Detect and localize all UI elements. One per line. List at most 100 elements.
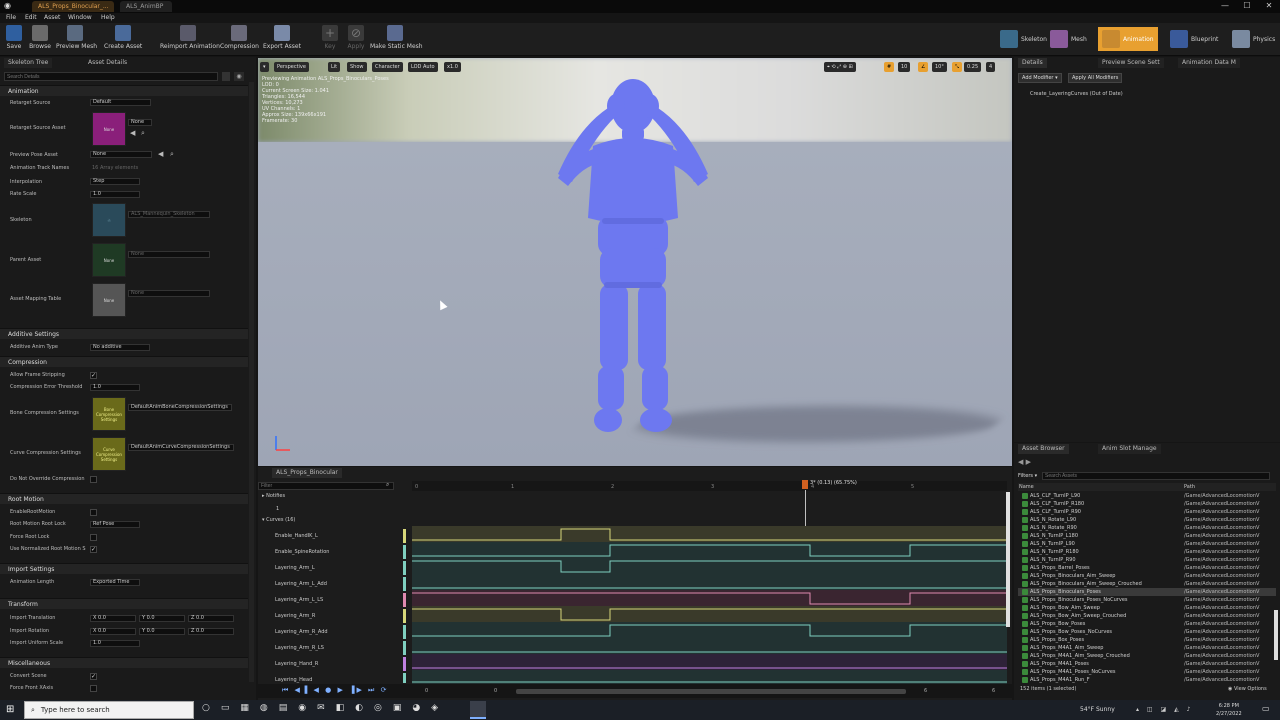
curve-row[interactable]: Layering_Arm_L_LS [258, 592, 406, 608]
timeline-scrollbar[interactable] [1006, 492, 1010, 627]
retarget-asset-thumbnail[interactable]: None [92, 112, 126, 146]
preview-viewport[interactable]: ▾ Perspective Lit Show Character LOD Aut… [258, 58, 1012, 466]
asset-row[interactable]: ALS_N_TurnIP_L180/Game/AdvancedLocomotio… [1018, 532, 1276, 540]
back-forward-icon[interactable]: ◀ ▶ [1018, 458, 1031, 466]
view-end[interactable]: 6 [924, 688, 927, 694]
reimport-animation-button[interactable]: Reimport Animation [160, 25, 220, 54]
error-threshold-input[interactable]: 1.0 [90, 384, 140, 391]
curve-row[interactable]: Layering_Arm_R_Add [258, 624, 406, 640]
unreal-taskbar-icon[interactable] [470, 701, 486, 719]
modifier-entry[interactable]: Create_LayeringCurves (Out of Date) [1030, 91, 1123, 97]
tab-skeleton-tree[interactable]: Skeleton Tree [4, 58, 53, 68]
parent-asset-thumbnail[interactable]: None [92, 243, 126, 277]
transform-tools-group[interactable]: ⌖ ⟲ ⤢ ⊕ ⊞ [824, 62, 856, 72]
make-static-mesh-button[interactable]: Make Static Mesh [370, 25, 423, 54]
mode-skeleton[interactable]: Skeleton [996, 27, 1051, 51]
curve-row[interactable]: Enable_HandIK_L [258, 528, 406, 544]
asset-row[interactable]: ALS_N_TurnIP_R90/Game/AdvancedLocomotion… [1018, 556, 1276, 564]
filters-button[interactable]: Filters ▾ [1018, 472, 1037, 480]
view-start[interactable]: 0 [494, 688, 497, 694]
menu-file[interactable]: File [6, 13, 16, 23]
show-button[interactable]: Show [347, 62, 367, 72]
asset-row[interactable]: ALS_CLF_TurnIP_R180/Game/AdvancedLocomot… [1018, 500, 1276, 508]
asset-scrollbar[interactable] [1274, 610, 1278, 660]
asset-row[interactable]: ALS_Props_Bow_Poses_NoCurves/Game/Advanc… [1018, 628, 1276, 636]
bone-compression-picker[interactable]: DefaultAnimBoneCompressionSettings [128, 404, 232, 411]
curves-header[interactable]: ▾ Curves (16) [262, 517, 295, 523]
force-front-checkbox[interactable] [90, 685, 97, 692]
parent-asset-picker[interactable]: None [128, 251, 210, 258]
enable-root-checkbox[interactable] [90, 509, 97, 516]
section-root-motion[interactable]: Root Motion [0, 493, 248, 504]
use-selected-arrow-icon[interactable]: ◀ [158, 150, 163, 158]
curve-compression-picker[interactable]: DefaultAnimCurveCompressionSettings [128, 444, 234, 451]
system-tray-icons[interactable]: ▴ ◫ ◪ ◭ ♪ [1136, 706, 1193, 713]
section-animation[interactable]: Animation [0, 85, 248, 96]
apply-all-modifiers-button[interactable]: Apply All Modifiers [1068, 73, 1123, 83]
camera-speed-value[interactable]: 4 [986, 62, 996, 72]
view-options-icon[interactable] [222, 72, 230, 81]
mode-blueprint[interactable]: Blueprint [1166, 27, 1222, 51]
asset-row[interactable]: ALS_Props_Binoculars_Poses/Game/Advanced… [1018, 588, 1276, 596]
mode-mesh[interactable]: Mesh [1046, 27, 1091, 51]
asset-row[interactable]: ALS_N_TurnIP_R180/Game/AdvancedLocomotio… [1018, 548, 1276, 556]
rotation-snap-toggle[interactable]: ∠ [918, 62, 929, 72]
close-button[interactable]: ✕ [1258, 0, 1280, 12]
taskbar-pinned-apps[interactable]: ○▭▦◍▤◉✉◧◐◎▣◕◈ [202, 703, 449, 713]
browse-search-icon[interactable]: ⌕ [141, 129, 145, 138]
asset-row[interactable]: ALS_Props_M4A1_Poses/Game/AdvancedLocomo… [1018, 660, 1276, 668]
curve-row[interactable]: Layering_Arm_R [258, 608, 406, 624]
menu-asset[interactable]: Asset [44, 13, 60, 23]
rate-scale-input[interactable]: 1.0 [90, 191, 140, 198]
notifies-header[interactable]: ▸ Notifies [262, 493, 285, 499]
playback-speed-button[interactable]: x1.0 [444, 62, 461, 72]
preview-mesh-button[interactable]: Preview Mesh [56, 25, 97, 54]
menu-window[interactable]: Window [68, 13, 92, 23]
clock[interactable]: 6:28 PM 2/27/2022 [1216, 702, 1242, 718]
asset-row[interactable]: ALS_Props_Bow_Aim_Sweep/Game/AdvancedLoc… [1018, 604, 1276, 612]
curve-row[interactable]: Layering_Arm_R_LS [258, 640, 406, 656]
asset-row[interactable]: ALS_Props_Bow_Aim_Sweep_Crouched/Game/Ad… [1018, 612, 1276, 620]
tab-preview-scene[interactable]: Preview Scene Sett [1098, 58, 1164, 68]
timeline-tab[interactable]: ALS_Props_Binocular [272, 468, 342, 478]
range-end[interactable]: 6 [992, 688, 995, 694]
browse-button[interactable]: Browse [28, 25, 52, 54]
root-lock-dropdown[interactable]: Ref Pose [90, 521, 140, 528]
retarget-source-dropdown[interactable]: Default [90, 99, 151, 106]
add-modifier-button[interactable]: Add Modifier ▾ [1018, 73, 1062, 83]
asset-row[interactable]: ALS_Props_M4A1_Run_F/Game/AdvancedLocomo… [1018, 676, 1276, 684]
scale-snap-value[interactable]: 0.25 [964, 62, 982, 72]
retarget-asset-picker[interactable]: None [128, 119, 152, 126]
export-asset-button[interactable]: Export Asset [262, 25, 302, 54]
asset-row[interactable]: ALS_N_TurnIP_L90/Game/AdvancedLocomotion… [1018, 540, 1276, 548]
timeline-ruler[interactable] [412, 481, 1007, 491]
asset-row[interactable]: ALS_Props_Box_Poses/Game/AdvancedLocomot… [1018, 636, 1276, 644]
tab-anim-bp[interactable]: ALS_AnimBP [120, 1, 172, 12]
minimize-button[interactable]: — [1214, 0, 1236, 12]
skeleton-picker[interactable]: ALS_Mannequin_Skeleton [128, 211, 210, 218]
name-column[interactable]: Name [1019, 483, 1034, 491]
path-column[interactable]: Path [1184, 483, 1195, 491]
tab-asset-browser[interactable]: Asset Browser [1018, 444, 1069, 454]
tab-binocular-poses[interactable]: ALS_Props_Binocular_... [32, 1, 114, 12]
additive-type-dropdown[interactable]: No additive [90, 344, 150, 351]
curve-row[interactable]: Layering_Arm_L [258, 560, 406, 576]
viewport-menu-button[interactable]: ▾ [260, 62, 269, 72]
section-import-settings[interactable]: Import Settings [0, 563, 248, 574]
curve-tracks[interactable] [412, 526, 1007, 684]
section-transform[interactable]: Transform [0, 598, 248, 609]
mapping-table-picker[interactable]: None [128, 290, 210, 297]
anim-length-dropdown[interactable]: Exported Time [90, 579, 140, 586]
tab-details[interactable]: Details [1018, 58, 1047, 68]
compression-button[interactable]: Compression [220, 25, 259, 54]
rotation-x-input[interactable]: X 0.0 [90, 628, 136, 635]
details-search-input[interactable] [4, 72, 218, 81]
curve-row[interactable]: Layering_Arm_L_Add [258, 576, 406, 592]
windows-start-icon[interactable]: ⊞ [6, 704, 18, 716]
maximize-button[interactable]: ☐ [1236, 0, 1258, 12]
translation-x-input[interactable]: X 0.0 [90, 615, 136, 622]
asset-row[interactable]: ALS_CLF_TurnIP_R90/Game/AdvancedLocomoti… [1018, 508, 1276, 516]
normalized-root-checkbox[interactable]: ✓ [90, 546, 97, 553]
key-button[interactable]: + Key [322, 25, 338, 54]
timeline-filter-input[interactable] [258, 482, 394, 490]
